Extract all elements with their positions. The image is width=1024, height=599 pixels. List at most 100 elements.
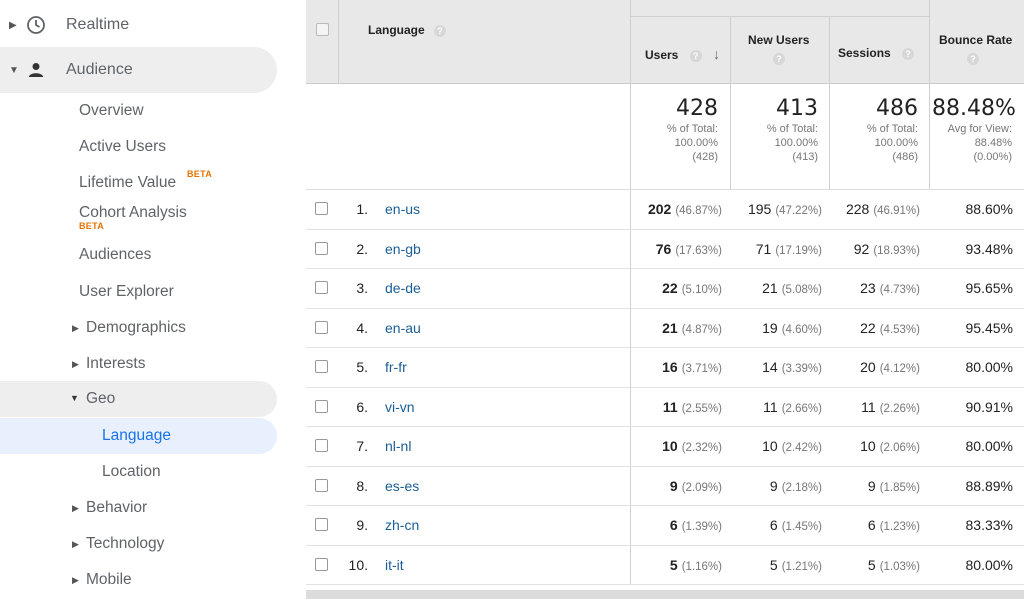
sidebar-item-overview[interactable]: Overview xyxy=(0,100,277,122)
sessions-value: 23 xyxy=(860,280,876,296)
sort-descending-icon[interactable]: ↓ xyxy=(713,46,720,62)
horizontal-scrollbar[interactable] xyxy=(306,590,1024,599)
language-link[interactable]: fr-fr xyxy=(385,359,407,375)
sessions-value: 9 xyxy=(867,477,876,494)
help-icon[interactable]: ? xyxy=(902,47,915,60)
sidebar-item-behavior[interactable]: ▶ Behavior xyxy=(0,497,277,519)
column-header-language[interactable]: Language ? xyxy=(368,23,447,37)
total-caption: % of Total: xyxy=(866,123,918,135)
sessions-value: 228 xyxy=(845,201,870,217)
totals-row: 428 % of Total: 100.00% (428) 413 % of T… xyxy=(306,84,1024,190)
column-header-users[interactable]: Users ? ↓ xyxy=(645,46,720,62)
row-checkbox[interactable] xyxy=(315,478,328,492)
table-row[interactable]: 6. vi-vn 11 (2.55%) 11 (2.66%) 11 (2.26%) 9… xyxy=(306,388,1024,427)
row-checkbox[interactable] xyxy=(315,281,328,294)
language-link[interactable]: zh-cn xyxy=(385,517,419,533)
row-checkbox[interactable] xyxy=(315,557,328,571)
sidebar-item-mobile[interactable]: ▶ Mobile xyxy=(0,569,277,591)
users-percent: (3.71%) xyxy=(681,363,722,375)
language-link[interactable]: vi-vn xyxy=(385,399,415,415)
column-header-new-users[interactable]: New Users xyxy=(748,33,809,47)
help-icon[interactable]: ? xyxy=(689,49,702,62)
table-row[interactable]: 4. en-au 21 (4.87%) 19 (4.60%) 22 (4.53%) 9… xyxy=(306,309,1024,348)
new-users-cell: 6 (1.45%) xyxy=(736,517,822,533)
sessions-cell: 22 (4.53%) xyxy=(836,320,920,336)
users-percent: (2.55%) xyxy=(681,402,722,415)
row-checkbox[interactable] xyxy=(315,360,328,373)
table-row[interactable]: 9. zh-cn 6 (1.39%) 6 (1.45%) 6 (1.23%) 83.3… xyxy=(306,506,1024,546)
help-icon[interactable]: ? xyxy=(773,53,785,65)
sidebar-item-audience[interactable]: ▼ Audience xyxy=(0,47,277,93)
users-cell: 11 (2.55%) xyxy=(636,399,722,415)
sidebar-item-interests[interactable]: ▶ Interests xyxy=(0,353,277,375)
row-checkbox[interactable] xyxy=(315,518,328,531)
column-header-label: Users xyxy=(645,48,679,62)
new-users-percent: (2.66%) xyxy=(781,402,822,415)
caret-down-icon: ▼ xyxy=(9,64,19,76)
help-icon[interactable]: ? xyxy=(967,53,979,65)
language-link[interactable]: it-it xyxy=(385,557,404,573)
sessions-value: 5 xyxy=(867,556,876,573)
language-link[interactable]: en-gb xyxy=(385,241,421,257)
sessions-percent: (4.53%) xyxy=(879,323,920,336)
sidebar-item-active-users[interactable]: Active Users xyxy=(0,136,277,158)
sidebar-item-user-explorer[interactable]: User Explorer xyxy=(0,281,277,303)
sidebar-item-cohort-analysis[interactable]: Cohort Analysis BETA xyxy=(0,202,277,231)
language-link[interactable]: en-us xyxy=(385,201,420,217)
sessions-cell: 11 (2.26%) xyxy=(836,399,920,415)
table-row[interactable]: 2. en-gb 76 (17.63%) 71 (17.19%) 92 (18.93%… xyxy=(306,230,1024,269)
table-row[interactable]: 8. es-es 9 (2.09%) 9 (2.18%) 9 (1.85%) 88.8… xyxy=(306,467,1024,506)
users-value: 11 xyxy=(662,398,678,415)
table-row[interactable]: 7. nl-nl 10 (2.32%) 10 (2.42%) 10 (2.06%) 8… xyxy=(306,427,1024,467)
sidebar-item-location[interactable]: Location xyxy=(0,461,277,483)
table-row[interactable]: 10. it-it 5 (1.16%) 5 (1.21%) 5 (1.03%) 80.… xyxy=(306,546,1024,585)
total-count: (0.00%) xyxy=(973,151,1012,163)
sidebar-item-realtime[interactable]: ▶ Realtime xyxy=(0,2,277,48)
language-link[interactable]: es-es xyxy=(385,478,419,494)
new-users-value: 10 xyxy=(762,438,778,454)
table-row[interactable]: 5. fr-fr 16 (3.71%) 14 (3.39%) 20 (4.12%) 8… xyxy=(306,348,1024,388)
sessions-percent: (4.12%) xyxy=(879,363,920,375)
bounce-rate-cell: 90.91% xyxy=(965,398,1013,415)
data-table: Language ? Users ? ↓ New Users ? Session… xyxy=(306,0,1024,599)
total-value: 88.48% xyxy=(932,96,1016,121)
users-value: 6 xyxy=(669,517,678,533)
select-all-checkbox[interactable] xyxy=(316,23,329,36)
table-row[interactable]: 1. en-us 202 (46.87%) 195 (47.22%) 228 (46.… xyxy=(306,190,1024,230)
help-icon[interactable]: ? xyxy=(434,24,447,37)
sidebar-item-label: Audience xyxy=(66,61,133,78)
row-checkbox[interactable] xyxy=(315,439,328,452)
row-checkbox[interactable] xyxy=(315,241,328,255)
sidebar-item-geo[interactable]: ▼ Geo xyxy=(0,381,277,417)
sessions-percent: (1.23%) xyxy=(879,521,920,533)
language-link[interactable]: de-de xyxy=(385,280,421,296)
language-link[interactable]: nl-nl xyxy=(385,438,411,454)
sidebar-item-technology[interactable]: ▶ Technology xyxy=(0,533,277,555)
sidebar-item-audiences[interactable]: Audiences xyxy=(0,244,277,266)
users-cell: 22 (5.10%) xyxy=(636,280,722,296)
new-users-percent: (2.18%) xyxy=(781,481,822,494)
row-checkbox[interactable] xyxy=(315,320,328,334)
row-checkbox[interactable] xyxy=(315,399,328,413)
sidebar-item-lifetime-value[interactable]: Lifetime Value BETA xyxy=(0,169,277,194)
sidebar-item-demographics[interactable]: ▶ Demographics xyxy=(0,317,277,339)
users-percent: (2.32%) xyxy=(681,442,722,454)
total-count: (486) xyxy=(892,151,918,163)
users-cell: 10 (2.32%) xyxy=(636,438,722,454)
total-users: 428 % of Total: 100.00% (428) xyxy=(636,96,718,164)
new-users-value: 6 xyxy=(769,517,778,533)
row-checkbox[interactable] xyxy=(315,202,328,215)
sidebar-item-language[interactable]: Language xyxy=(0,418,277,454)
sidebar-item-label: Overview xyxy=(79,102,144,119)
analytics-page: ▶ Realtime ▼ Audience Overview Active Us… xyxy=(0,0,1024,599)
language-link[interactable]: en-au xyxy=(385,320,421,336)
table-header: Language ? Users ? ↓ New Users ? Session… xyxy=(306,0,1024,84)
users-percent: (1.16%) xyxy=(681,560,722,573)
column-header-label: Bounce Rate xyxy=(939,33,1013,47)
total-bounce-rate: 88.48% Avg for View: 88.48% (0.00%) xyxy=(932,96,1016,164)
column-header-sessions[interactable]: Sessions ? xyxy=(838,46,915,60)
sessions-cell: 6 (1.23%) xyxy=(836,517,920,533)
table-row[interactable]: 3. de-de 22 (5.10%) 21 (5.08%) 23 (4.73%) 9… xyxy=(306,269,1024,309)
bounce-rate-cell: 93.48% xyxy=(965,240,1013,257)
column-header-bounce-rate[interactable]: Bounce Rate xyxy=(939,33,1012,47)
